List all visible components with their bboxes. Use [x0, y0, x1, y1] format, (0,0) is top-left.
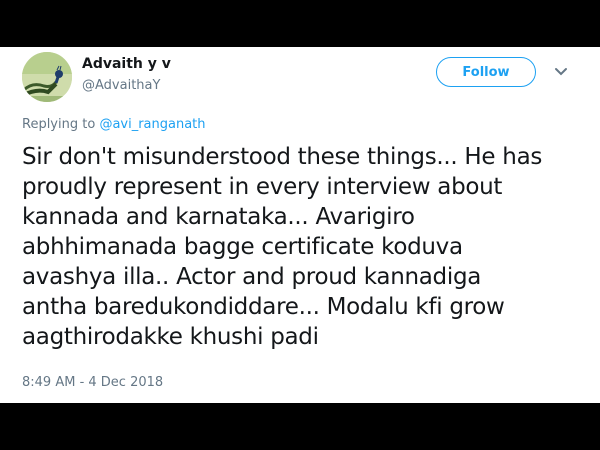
tweet-timestamp[interactable]: 8:49 AM - 4 Dec 2018	[22, 375, 163, 390]
tweet-text-line: antha baredukondiddare... Modalu kfi gro…	[22, 294, 505, 320]
tweet-text-line: kannada and karnataka... Avarigiro	[22, 204, 415, 230]
peacock-avatar-icon	[22, 52, 72, 102]
tweet-text-line: Sir don't misunderstood these things... …	[22, 144, 543, 170]
tweet-text-line: abhhimanada bagge certificate koduva	[22, 234, 463, 260]
tweet-card: Advaith y v @AdvaithaY Follow Replying t…	[0, 47, 600, 403]
replying-to: Replying to @avi_ranganath	[22, 117, 206, 132]
display-name[interactable]: Advaith y v	[82, 56, 171, 72]
user-handle[interactable]: @AdvaithaY	[82, 78, 160, 93]
replying-to-label: Replying to	[22, 117, 96, 132]
reply-mention-link[interactable]: @avi_ranganath	[99, 117, 205, 132]
chevron-down-icon[interactable]	[552, 65, 570, 79]
tweet-text-line: avashya illa.. Actor and proud kannadiga	[22, 264, 482, 290]
tweet-text: Sir don't misunderstood these things... …	[22, 142, 587, 352]
tweet-text-line: aagthirodakke khushi padi	[22, 324, 319, 350]
tweet-text-line: proudly represent in every interview abo…	[22, 174, 503, 200]
avatar[interactable]	[22, 52, 72, 102]
follow-button[interactable]: Follow	[436, 57, 536, 87]
